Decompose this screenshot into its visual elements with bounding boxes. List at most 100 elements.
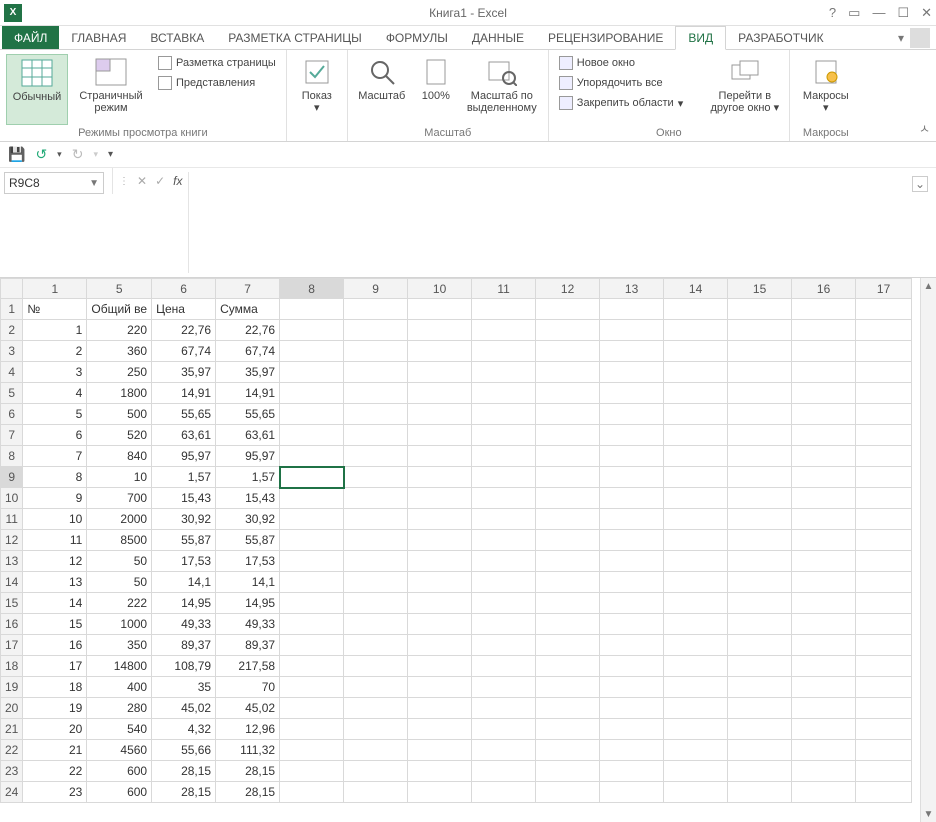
cell[interactable]: 108,79: [152, 656, 216, 677]
cell[interactable]: [344, 425, 408, 446]
cell[interactable]: [664, 488, 728, 509]
cell[interactable]: [856, 467, 912, 488]
tab-формулы[interactable]: ФОРМУЛЫ: [374, 26, 460, 49]
cell[interactable]: [664, 320, 728, 341]
row-header[interactable]: 1: [1, 299, 23, 320]
cell[interactable]: [280, 299, 344, 320]
cell[interactable]: [280, 341, 344, 362]
tab-file[interactable]: ФАЙЛ: [2, 26, 59, 49]
zoom-button[interactable]: Масштаб: [354, 54, 410, 125]
cell[interactable]: 19: [23, 698, 87, 719]
cell[interactable]: [408, 572, 472, 593]
cell[interactable]: 10: [87, 467, 152, 488]
cell[interactable]: [280, 362, 344, 383]
row-header[interactable]: 5: [1, 383, 23, 404]
cell[interactable]: 28,15: [216, 782, 280, 803]
cell[interactable]: [664, 383, 728, 404]
cell[interactable]: [472, 677, 536, 698]
tab-разработчик[interactable]: РАЗРАБОТЧИК: [726, 26, 836, 49]
page-layout-button[interactable]: Разметка страницы: [154, 54, 280, 72]
cell[interactable]: [664, 509, 728, 530]
cell[interactable]: [408, 320, 472, 341]
cell[interactable]: [856, 362, 912, 383]
cell[interactable]: [600, 740, 664, 761]
cell[interactable]: 17: [23, 656, 87, 677]
cell[interactable]: [472, 614, 536, 635]
zoom-100-button[interactable]: 100%: [414, 54, 458, 125]
cell[interactable]: 45,02: [216, 698, 280, 719]
cell[interactable]: [728, 572, 792, 593]
cell[interactable]: 22,76: [152, 320, 216, 341]
cell[interactable]: [472, 530, 536, 551]
cell[interactable]: [472, 425, 536, 446]
cell[interactable]: [536, 782, 600, 803]
cell[interactable]: [344, 656, 408, 677]
cell[interactable]: [792, 488, 856, 509]
cell[interactable]: [792, 593, 856, 614]
cell[interactable]: [664, 656, 728, 677]
cell[interactable]: [856, 572, 912, 593]
cell[interactable]: [408, 425, 472, 446]
cell[interactable]: 17,53: [216, 551, 280, 572]
cell[interactable]: [536, 677, 600, 698]
cell[interactable]: 14,95: [152, 593, 216, 614]
cell[interactable]: [728, 782, 792, 803]
cell[interactable]: [472, 698, 536, 719]
cell[interactable]: [408, 362, 472, 383]
cell[interactable]: 22,76: [216, 320, 280, 341]
custom-views-button[interactable]: Представления: [154, 74, 280, 92]
cell[interactable]: [600, 425, 664, 446]
cell[interactable]: [664, 635, 728, 656]
cell[interactable]: [408, 761, 472, 782]
formula-bar[interactable]: ⌄: [188, 172, 932, 273]
cell[interactable]: [408, 635, 472, 656]
switch-windows-button[interactable]: Перейти вдругое окно ▾: [707, 54, 783, 125]
cell[interactable]: [856, 320, 912, 341]
cell[interactable]: 220: [87, 320, 152, 341]
cell[interactable]: [792, 509, 856, 530]
scroll-down-icon[interactable]: ▼: [921, 806, 936, 822]
cell[interactable]: [280, 530, 344, 551]
cell[interactable]: [600, 299, 664, 320]
cell[interactable]: 600: [87, 761, 152, 782]
close-icon[interactable]: ✕: [921, 5, 932, 21]
cell[interactable]: [856, 698, 912, 719]
cell[interactable]: [856, 341, 912, 362]
cell[interactable]: [472, 509, 536, 530]
cell[interactable]: [856, 551, 912, 572]
cell[interactable]: [856, 488, 912, 509]
cell[interactable]: 15,43: [216, 488, 280, 509]
cell[interactable]: [536, 740, 600, 761]
cell[interactable]: [792, 362, 856, 383]
cell[interactable]: [856, 635, 912, 656]
cell[interactable]: [792, 299, 856, 320]
cell[interactable]: [856, 614, 912, 635]
cell[interactable]: [344, 677, 408, 698]
cell[interactable]: [664, 404, 728, 425]
fx-icon[interactable]: fx: [173, 174, 182, 188]
cell[interactable]: [856, 677, 912, 698]
cell[interactable]: [856, 761, 912, 782]
undo-dropdown-icon[interactable]: ▾: [57, 149, 62, 160]
cell[interactable]: [600, 320, 664, 341]
column-header[interactable]: 6: [152, 279, 216, 299]
cell[interactable]: [600, 362, 664, 383]
maximize-icon[interactable]: ☐: [897, 5, 909, 21]
cell[interactable]: 7: [23, 446, 87, 467]
cell[interactable]: [664, 614, 728, 635]
cell[interactable]: [600, 614, 664, 635]
row-header[interactable]: 6: [1, 404, 23, 425]
cell[interactable]: [728, 761, 792, 782]
cell[interactable]: [664, 782, 728, 803]
cell[interactable]: [536, 530, 600, 551]
cell[interactable]: [344, 572, 408, 593]
ribbon-menu-icon[interactable]: ▾: [898, 31, 904, 45]
cell[interactable]: [280, 404, 344, 425]
cell[interactable]: [344, 467, 408, 488]
cell[interactable]: [280, 698, 344, 719]
cell[interactable]: [664, 530, 728, 551]
save-icon[interactable]: 💾: [8, 146, 25, 163]
cell[interactable]: 540: [87, 719, 152, 740]
cell[interactable]: 16: [23, 635, 87, 656]
cell[interactable]: [408, 404, 472, 425]
